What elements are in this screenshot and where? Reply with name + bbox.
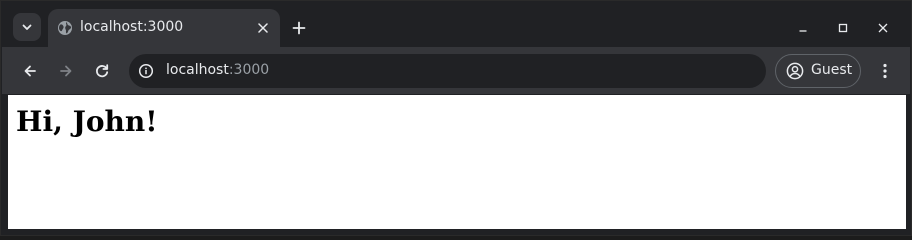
profile-label: Guest — [811, 62, 853, 78]
page-viewport: Hi, John! — [8, 95, 906, 229]
globe-icon — [58, 21, 72, 35]
url-host: localhost — [166, 62, 229, 78]
close-icon — [258, 23, 268, 33]
tab-localhost[interactable]: localhost:3000 — [48, 9, 280, 47]
reload-icon — [96, 64, 109, 78]
minimize-button[interactable] — [790, 15, 816, 41]
tab-search-button[interactable] — [13, 13, 41, 41]
close-icon — [878, 23, 888, 33]
close-window-button[interactable] — [870, 15, 896, 41]
page-heading: Hi, John! — [16, 105, 158, 138]
minimize-icon — [799, 30, 807, 32]
url-port: :3000 — [228, 62, 270, 78]
reload-button[interactable] — [88, 57, 116, 85]
toolbar: localhost:3000 Guest — [2, 47, 910, 94]
tab-close-button[interactable] — [254, 19, 272, 37]
new-tab-button[interactable] — [287, 16, 311, 40]
arrow-right-icon — [60, 65, 72, 77]
tab-title: localhost:3000 — [80, 19, 184, 35]
kebab-menu-icon — [883, 63, 887, 79]
back-button[interactable] — [16, 57, 44, 85]
address-bar[interactable]: localhost:3000 — [129, 54, 766, 88]
browser-window: localhost:3000 localhost:3000 Guest Hi, … — [0, 0, 912, 236]
info-icon[interactable] — [138, 63, 154, 79]
plus-icon — [292, 21, 306, 35]
maximize-button[interactable] — [830, 15, 856, 41]
maximize-icon — [838, 23, 848, 33]
browser-menu-button[interactable] — [872, 57, 898, 85]
chevron-down-icon — [22, 24, 32, 30]
person-icon — [786, 62, 804, 80]
forward-button[interactable] — [52, 57, 80, 85]
url-text[interactable]: localhost:3000 — [166, 62, 269, 78]
arrow-left-icon — [24, 65, 36, 77]
tab-strip: localhost:3000 — [1, 1, 911, 47]
profile-button[interactable]: Guest — [775, 54, 861, 88]
